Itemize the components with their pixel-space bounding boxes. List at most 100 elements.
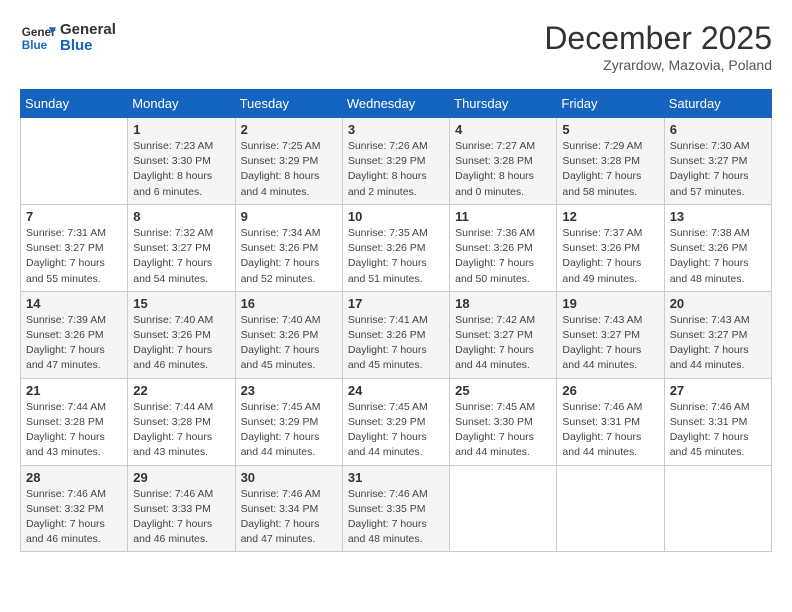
calendar-cell: 25 Sunrise: 7:45 AM Sunset: 3:30 PM Dayli… bbox=[450, 378, 557, 465]
calendar-table: SundayMondayTuesdayWednesdayThursdayFrid… bbox=[20, 89, 772, 552]
day-info: Sunrise: 7:40 AM Sunset: 3:26 PM Dayligh… bbox=[241, 313, 337, 374]
calendar-cell: 8Sunrise: 7:32 AM Sunset: 3:27 PM Daylig… bbox=[128, 204, 235, 291]
calendar-week-row: 28Sunrise: 7:46 AM Sunset: 3:32 PM Dayli… bbox=[21, 465, 772, 552]
day-info: Sunrise: 7:26 AM Sunset: 3:29 PM Dayligh… bbox=[348, 139, 444, 200]
day-number: 6 bbox=[670, 122, 766, 137]
header-tuesday: Tuesday bbox=[235, 90, 342, 118]
day-number: 31 bbox=[348, 470, 444, 485]
calendar-cell bbox=[664, 465, 771, 552]
calendar-cell bbox=[21, 118, 128, 205]
day-number: 19 bbox=[562, 296, 658, 311]
day-number: 27 bbox=[670, 383, 766, 398]
logo-general-text: General bbox=[60, 22, 116, 39]
calendar-cell: 7 Sunrise: 7:31 AM Sunset: 3:27 PM Daylig… bbox=[21, 204, 128, 291]
calendar-cell: 23 Sunrise: 7:45 AM Sunset: 3:29 PM Dayli… bbox=[235, 378, 342, 465]
calendar-cell: 30Sunrise: 7:46 AM Sunset: 3:34 PM Dayli… bbox=[235, 465, 342, 552]
calendar-cell: 4 Sunrise: 7:27 AM Sunset: 3:28 PM Daylig… bbox=[450, 118, 557, 205]
calendar-week-row: 21 Sunrise: 7:44 AM Sunset: 3:28 PM Dayli… bbox=[21, 378, 772, 465]
day-info: Sunrise: 7:23 AM Sunset: 3:30 PM Dayligh… bbox=[133, 139, 229, 200]
calendar-cell: 27Sunrise: 7:46 AM Sunset: 3:31 PM Dayli… bbox=[664, 378, 771, 465]
calendar-cell: 3 Sunrise: 7:26 AM Sunset: 3:29 PM Daylig… bbox=[342, 118, 449, 205]
day-number: 10 bbox=[348, 209, 444, 224]
calendar-cell: 11 Sunrise: 7:36 AM Sunset: 3:26 PM Dayli… bbox=[450, 204, 557, 291]
header-sunday: Sunday bbox=[21, 90, 128, 118]
calendar-cell: 1Sunrise: 7:23 AM Sunset: 3:30 PM Daylig… bbox=[128, 118, 235, 205]
calendar-cell: 31 Sunrise: 7:46 AM Sunset: 3:35 PM Dayli… bbox=[342, 465, 449, 552]
day-info: Sunrise: 7:32 AM Sunset: 3:27 PM Dayligh… bbox=[133, 226, 229, 287]
logo-blue-text: Blue bbox=[60, 38, 116, 55]
calendar-cell: 28Sunrise: 7:46 AM Sunset: 3:32 PM Dayli… bbox=[21, 465, 128, 552]
day-info: Sunrise: 7:30 AM Sunset: 3:27 PM Dayligh… bbox=[670, 139, 766, 200]
day-number: 23 bbox=[241, 383, 337, 398]
calendar-cell: 15 Sunrise: 7:40 AM Sunset: 3:26 PM Dayli… bbox=[128, 291, 235, 378]
title-block: December 2025 Zyrardow, Mazovia, Poland bbox=[544, 20, 772, 73]
day-number: 25 bbox=[455, 383, 551, 398]
calendar-week-row: 7 Sunrise: 7:31 AM Sunset: 3:27 PM Daylig… bbox=[21, 204, 772, 291]
day-info: Sunrise: 7:46 AM Sunset: 3:35 PM Dayligh… bbox=[348, 487, 444, 548]
calendar-cell: 20 Sunrise: 7:43 AM Sunset: 3:27 PM Dayli… bbox=[664, 291, 771, 378]
calendar-cell: 24 Sunrise: 7:45 AM Sunset: 3:29 PM Dayli… bbox=[342, 378, 449, 465]
calendar-cell: 22 Sunrise: 7:44 AM Sunset: 3:28 PM Dayli… bbox=[128, 378, 235, 465]
day-info: Sunrise: 7:43 AM Sunset: 3:27 PM Dayligh… bbox=[562, 313, 658, 374]
calendar-cell: 29Sunrise: 7:46 AM Sunset: 3:33 PM Dayli… bbox=[128, 465, 235, 552]
day-number: 3 bbox=[348, 122, 444, 137]
logo: General Blue General Blue bbox=[20, 20, 116, 56]
day-number: 21 bbox=[26, 383, 122, 398]
header-friday: Friday bbox=[557, 90, 664, 118]
day-info: Sunrise: 7:36 AM Sunset: 3:26 PM Dayligh… bbox=[455, 226, 551, 287]
calendar-week-row: 1Sunrise: 7:23 AM Sunset: 3:30 PM Daylig… bbox=[21, 118, 772, 205]
day-info: Sunrise: 7:34 AM Sunset: 3:26 PM Dayligh… bbox=[241, 226, 337, 287]
calendar-cell: 12Sunrise: 7:37 AM Sunset: 3:26 PM Dayli… bbox=[557, 204, 664, 291]
day-info: Sunrise: 7:31 AM Sunset: 3:27 PM Dayligh… bbox=[26, 226, 122, 287]
day-number: 4 bbox=[455, 122, 551, 137]
day-info: Sunrise: 7:45 AM Sunset: 3:30 PM Dayligh… bbox=[455, 400, 551, 461]
day-number: 24 bbox=[348, 383, 444, 398]
svg-text:Blue: Blue bbox=[22, 39, 48, 52]
calendar-cell: 16Sunrise: 7:40 AM Sunset: 3:26 PM Dayli… bbox=[235, 291, 342, 378]
day-number: 18 bbox=[455, 296, 551, 311]
calendar-cell: 10 Sunrise: 7:35 AM Sunset: 3:26 PM Dayli… bbox=[342, 204, 449, 291]
day-info: Sunrise: 7:40 AM Sunset: 3:26 PM Dayligh… bbox=[133, 313, 229, 374]
day-number: 13 bbox=[670, 209, 766, 224]
day-number: 5 bbox=[562, 122, 658, 137]
calendar-cell: 6 Sunrise: 7:30 AM Sunset: 3:27 PM Daylig… bbox=[664, 118, 771, 205]
header-saturday: Saturday bbox=[664, 90, 771, 118]
day-number: 26 bbox=[562, 383, 658, 398]
calendar-cell: 9Sunrise: 7:34 AM Sunset: 3:26 PM Daylig… bbox=[235, 204, 342, 291]
day-number: 2 bbox=[241, 122, 337, 137]
logo-icon: General Blue bbox=[20, 20, 56, 56]
calendar-week-row: 14Sunrise: 7:39 AM Sunset: 3:26 PM Dayli… bbox=[21, 291, 772, 378]
day-info: Sunrise: 7:38 AM Sunset: 3:26 PM Dayligh… bbox=[670, 226, 766, 287]
day-info: Sunrise: 7:45 AM Sunset: 3:29 PM Dayligh… bbox=[348, 400, 444, 461]
day-number: 12 bbox=[562, 209, 658, 224]
calendar-cell: 2Sunrise: 7:25 AM Sunset: 3:29 PM Daylig… bbox=[235, 118, 342, 205]
day-info: Sunrise: 7:39 AM Sunset: 3:26 PM Dayligh… bbox=[26, 313, 122, 374]
day-number: 15 bbox=[133, 296, 229, 311]
day-info: Sunrise: 7:44 AM Sunset: 3:28 PM Dayligh… bbox=[133, 400, 229, 461]
calendar-cell bbox=[450, 465, 557, 552]
calendar-cell: 13 Sunrise: 7:38 AM Sunset: 3:26 PM Dayli… bbox=[664, 204, 771, 291]
day-number: 11 bbox=[455, 209, 551, 224]
calendar-cell: 14Sunrise: 7:39 AM Sunset: 3:26 PM Dayli… bbox=[21, 291, 128, 378]
calendar-cell: 5 Sunrise: 7:29 AM Sunset: 3:28 PM Daylig… bbox=[557, 118, 664, 205]
day-number: 17 bbox=[348, 296, 444, 311]
day-info: Sunrise: 7:46 AM Sunset: 3:34 PM Dayligh… bbox=[241, 487, 337, 548]
calendar-cell: 17Sunrise: 7:41 AM Sunset: 3:26 PM Dayli… bbox=[342, 291, 449, 378]
day-info: Sunrise: 7:27 AM Sunset: 3:28 PM Dayligh… bbox=[455, 139, 551, 200]
day-info: Sunrise: 7:43 AM Sunset: 3:27 PM Dayligh… bbox=[670, 313, 766, 374]
calendar-header-row: SundayMondayTuesdayWednesdayThursdayFrid… bbox=[21, 90, 772, 118]
day-info: Sunrise: 7:44 AM Sunset: 3:28 PM Dayligh… bbox=[26, 400, 122, 461]
day-info: Sunrise: 7:46 AM Sunset: 3:31 PM Dayligh… bbox=[562, 400, 658, 461]
header-monday: Monday bbox=[128, 90, 235, 118]
calendar-cell bbox=[557, 465, 664, 552]
day-info: Sunrise: 7:29 AM Sunset: 3:28 PM Dayligh… bbox=[562, 139, 658, 200]
day-number: 7 bbox=[26, 209, 122, 224]
day-info: Sunrise: 7:35 AM Sunset: 3:26 PM Dayligh… bbox=[348, 226, 444, 287]
day-number: 22 bbox=[133, 383, 229, 398]
calendar-cell: 21 Sunrise: 7:44 AM Sunset: 3:28 PM Dayli… bbox=[21, 378, 128, 465]
page-header: General Blue General Blue December 2025 … bbox=[20, 20, 772, 73]
day-number: 29 bbox=[133, 470, 229, 485]
day-info: Sunrise: 7:45 AM Sunset: 3:29 PM Dayligh… bbox=[241, 400, 337, 461]
day-number: 20 bbox=[670, 296, 766, 311]
day-info: Sunrise: 7:46 AM Sunset: 3:32 PM Dayligh… bbox=[26, 487, 122, 548]
